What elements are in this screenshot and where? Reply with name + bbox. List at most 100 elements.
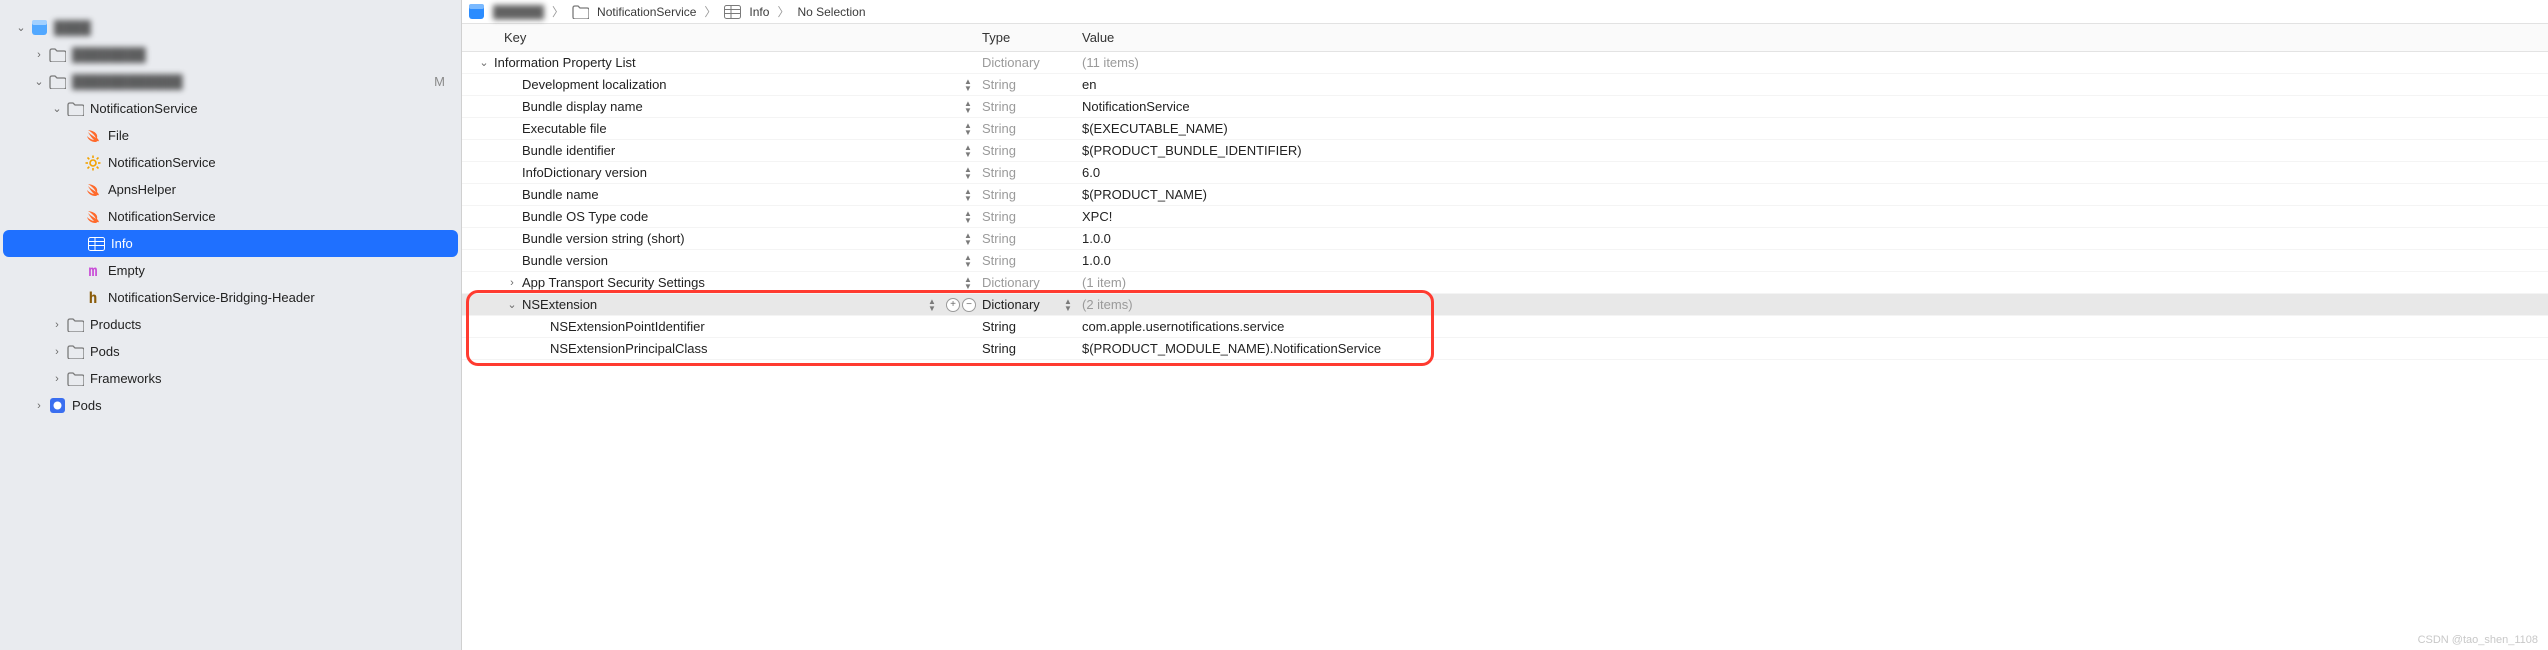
plist-row[interactable]: Bundle display name▲▼ StringNotificationS… — [462, 96, 2548, 118]
plist-key[interactable]: NSExtension — [520, 297, 924, 312]
plist-key[interactable]: Bundle version string (short) — [520, 231, 960, 246]
chevron-down-icon[interactable]: ⌄ — [32, 75, 46, 88]
add-remove-buttons[interactable]: +− — [946, 298, 976, 312]
crumb-folder[interactable]: NotificationService — [597, 5, 696, 19]
plist-value[interactable]: 1.0.0 — [1082, 253, 2548, 268]
column-header-type[interactable]: Type — [982, 30, 1082, 45]
plist-value[interactable]: com.apple.usernotifications.service — [1082, 319, 2548, 334]
plist-value[interactable]: 1.0.0 — [1082, 231, 2548, 246]
navigator-item[interactable]: ⌄████████████M — [0, 68, 461, 95]
plist-type[interactable]: String — [982, 187, 1082, 202]
plist-type[interactable]: Dictionary — [982, 55, 1082, 70]
navigator-item[interactable]: ⌄████ — [0, 14, 461, 41]
plist-type[interactable]: String — [982, 231, 1082, 246]
plist-row[interactable]: NSExtensionPointIdentifierStringcom.appl… — [462, 316, 2548, 338]
key-stepper[interactable]: ▲▼ — [960, 166, 976, 180]
navigator-item[interactable]: ›Frameworks — [0, 365, 461, 392]
key-stepper[interactable]: ▲▼ — [960, 254, 976, 268]
plist-type[interactable]: Dictionary — [982, 297, 1060, 312]
plist-type[interactable]: Dictionary — [982, 275, 1082, 290]
plist-key[interactable]: Executable file — [520, 121, 960, 136]
chevron-right-icon[interactable]: › — [50, 346, 64, 358]
plist-row[interactable]: Executable file▲▼ String$(EXECUTABLE_NAME… — [462, 118, 2548, 140]
project-navigator[interactable]: ⌄████›████████⌄████████████M⌄Notificatio… — [0, 0, 462, 650]
key-stepper[interactable]: ▲▼ — [960, 144, 976, 158]
navigator-item[interactable]: NotificationService — [0, 149, 461, 176]
plist-type[interactable]: String — [982, 319, 1082, 334]
column-header-value[interactable]: Value — [1082, 30, 2548, 45]
plist-row[interactable]: NSExtensionPrincipalClassString$(PRODUCT… — [462, 338, 2548, 360]
plist-row[interactable]: InfoDictionary version▲▼ String6.0 — [462, 162, 2548, 184]
chevron-down-icon[interactable]: ⌄ — [504, 298, 520, 311]
navigator-item[interactable]: ›Pods — [0, 338, 461, 365]
plist-value[interactable]: $(PRODUCT_NAME) — [1082, 187, 2548, 202]
navigator-item[interactable]: ApnsHelper — [0, 176, 461, 203]
plist-key[interactable]: App Transport Security Settings — [520, 275, 960, 290]
breadcrumb[interactable]: ██████ 〉 NotificationService 〉 Info 〉 No… — [462, 0, 2548, 24]
plist-row[interactable]: Bundle OS Type code▲▼ StringXPC! — [462, 206, 2548, 228]
plist-row[interactable]: Development localization▲▼ Stringen — [462, 74, 2548, 96]
navigator-item[interactable]: ›Products — [0, 311, 461, 338]
key-stepper[interactable]: ▲▼ — [960, 122, 976, 136]
key-stepper[interactable]: ▲▼ — [960, 210, 976, 224]
type-stepper[interactable]: ▲▼ — [1060, 298, 1076, 312]
plist-type[interactable]: String — [982, 165, 1082, 180]
plist-key[interactable]: NSExtensionPrincipalClass — [548, 341, 982, 356]
key-stepper[interactable]: ▲▼ — [960, 232, 976, 246]
plist-value[interactable]: NotificationService — [1082, 99, 2548, 114]
key-stepper[interactable]: ▲▼ — [960, 100, 976, 114]
plist-key[interactable]: Bundle display name — [520, 99, 960, 114]
navigator-item[interactable]: ›████████ — [0, 41, 461, 68]
plist-value[interactable]: (1 item) — [1082, 275, 2548, 290]
plist-type[interactable]: String — [982, 77, 1082, 92]
crumb-project[interactable]: ██████ — [493, 5, 544, 19]
plist-value[interactable]: $(EXECUTABLE_NAME) — [1082, 121, 2548, 136]
navigator-item[interactable]: ›Pods — [0, 392, 461, 419]
key-stepper[interactable]: ▲▼ — [960, 188, 976, 202]
remove-button[interactable]: − — [962, 298, 976, 312]
plist-type[interactable]: String — [982, 341, 1082, 356]
plist-value[interactable]: 6.0 — [1082, 165, 2548, 180]
chevron-down-icon[interactable]: ⌄ — [14, 21, 28, 34]
plist-key[interactable]: Bundle version — [520, 253, 960, 268]
chevron-right-icon[interactable]: › — [50, 373, 64, 385]
plist-value[interactable]: $(PRODUCT_BUNDLE_IDENTIFIER) — [1082, 143, 2548, 158]
key-stepper[interactable]: ▲▼ — [960, 78, 976, 92]
plist-value[interactable]: XPC! — [1082, 209, 2548, 224]
column-header-key[interactable]: Key — [462, 30, 982, 45]
plist-type[interactable]: String — [982, 99, 1082, 114]
add-button[interactable]: + — [946, 298, 960, 312]
chevron-down-icon[interactable]: ⌄ — [50, 102, 64, 115]
plist-key[interactable]: Bundle identifier — [520, 143, 960, 158]
chevron-right-icon[interactable]: › — [50, 319, 64, 331]
plist-row[interactable]: ⌄NSExtension▲▼+−Dictionary▲▼(2 items) — [462, 294, 2548, 316]
plist-row[interactable]: ⌄Information Property ListDictionary(11 … — [462, 52, 2548, 74]
plist-type[interactable]: String — [982, 121, 1082, 136]
crumb-file[interactable]: Info — [749, 5, 769, 19]
navigator-item[interactable]: NotificationService — [0, 203, 461, 230]
plist-key[interactable]: InfoDictionary version — [520, 165, 960, 180]
plist-key[interactable]: NSExtensionPointIdentifier — [548, 319, 982, 334]
plist-type[interactable]: String — [982, 209, 1082, 224]
plist-type[interactable]: String — [982, 253, 1082, 268]
chevron-right-icon[interactable]: › — [32, 400, 46, 412]
chevron-right-icon[interactable]: › — [32, 49, 46, 61]
plist-key[interactable]: Information Property List — [492, 55, 982, 70]
navigator-item[interactable]: Info — [3, 230, 458, 257]
navigator-item[interactable]: ⌄NotificationService — [0, 95, 461, 122]
plist-row[interactable]: Bundle version▲▼ String1.0.0 — [462, 250, 2548, 272]
navigator-item[interactable]: mEmpty — [0, 257, 461, 284]
chevron-right-icon[interactable]: › — [504, 277, 520, 289]
plist-key[interactable]: Bundle OS Type code — [520, 209, 960, 224]
plist-key[interactable]: Bundle name — [520, 187, 960, 202]
plist-row[interactable]: Bundle version string (short)▲▼ String1.0… — [462, 228, 2548, 250]
plist-row[interactable]: Bundle name▲▼ String$(PRODUCT_NAME) — [462, 184, 2548, 206]
plist-key[interactable]: Development localization — [520, 77, 960, 92]
plist-value[interactable]: en — [1082, 77, 2548, 92]
navigator-item[interactable]: hNotificationService-Bridging-Header — [0, 284, 461, 311]
navigator-item[interactable]: File — [0, 122, 461, 149]
plist-row[interactable]: Bundle identifier▲▼String$(PRODUCT_BUNDL… — [462, 140, 2548, 162]
plist-value[interactable]: (11 items) — [1082, 55, 2548, 70]
plist-value[interactable]: $(PRODUCT_MODULE_NAME).NotificationServi… — [1082, 341, 2548, 356]
key-stepper[interactable]: ▲▼ — [960, 276, 976, 290]
